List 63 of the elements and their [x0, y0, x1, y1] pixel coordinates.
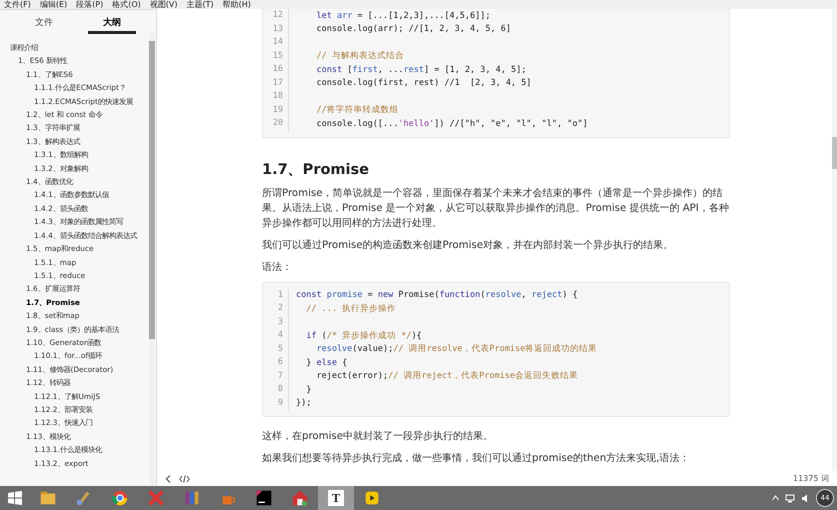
code-line: //将字符串转成数组 [315, 104, 399, 116]
code-line: console.log([...'hello']) //["h", "e", "l", "l", "o"] [315, 118, 588, 129]
line-number: 9 [263, 396, 289, 410]
source-code-icon[interactable] [179, 474, 190, 482]
sidebar-tab[interactable]: 文件 [20, 10, 68, 34]
line-number: 20 [263, 117, 289, 130]
line-number: 2 [263, 302, 289, 316]
code-line: // 与解构表达式结合 [315, 50, 404, 62]
back-icon[interactable] [165, 474, 171, 482]
code-line: const promise = new Promise(function(resolve, reject) { [295, 290, 578, 300]
menu-item[interactable]: 视图(V) [150, 0, 178, 9]
sidebar-tab[interactable]: 大纲 [88, 10, 136, 34]
line-number: 18 [263, 90, 289, 104]
taskbar-app-button[interactable]: T [318, 486, 354, 510]
scrollbar[interactable] [832, 9, 837, 471]
scrollbar-thumb[interactable] [832, 137, 837, 169]
code-line: const [first, ...rest] = [1, 2, 3, 4, 5]; [315, 64, 526, 75]
menu-item[interactable]: 段落(P) [76, 0, 104, 9]
code-line: if (/* 异步操作成功 */){ [305, 330, 422, 342]
code-line: let arr = [...[1,2,3],...[4,5,6]]; [315, 10, 490, 21]
line-number: 19 [263, 104, 289, 117]
paragraph: 所谓Promise，简单说就是一个容器，里面保存着某个未来才会结束的事件（通常是一个异步操作）的结果。从语法上说，Promise 是一个对象，从它可以获取异步操作的消息。Promise 提供统一的 API，各种异步操作都可以用同样的方法进行处理。 [262, 186, 730, 230]
paragraph: 这样，在promise中就封装了一段异步执行的结果。 [262, 430, 494, 444]
line-number: 12 [263, 9, 289, 22]
code-line: } [305, 384, 312, 395]
speaker-icon[interactable] [801, 494, 810, 502]
code-line: }); [295, 398, 312, 408]
app-icon [290, 488, 310, 508]
section-heading: 1.7、Promise [262, 160, 370, 178]
app-icon [254, 488, 274, 508]
app-icon [146, 488, 166, 508]
letter-icon: T [327, 489, 345, 507]
code-line: // ... 执行异步操作 [305, 302, 396, 315]
line-number: 3 [263, 316, 289, 329]
line-number: 8 [263, 383, 289, 396]
menu-item[interactable]: 主题(T) [186, 0, 214, 9]
paragraph: 我们可以通过Promise的构造函数来创建Promise对象，并在内部封装一个异步执行的结果。 [262, 238, 674, 252]
paragraph: 语法： [262, 260, 293, 274]
line-number: 15 [263, 50, 289, 63]
code-line: reject(error);// 调用reject，代表Promise会返回失败结果 [315, 370, 578, 382]
scrollbar[interactable] [149, 34, 155, 486]
code-line: resolve(value);// 调用resolve，代表Promise将返回成功的结果 [315, 343, 598, 356]
menu-item[interactable]: 文件(F) [4, 0, 31, 9]
line-number: 4 [263, 329, 289, 342]
menu-item[interactable]: 编辑(E) [40, 0, 68, 9]
line-number: 1 [263, 288, 289, 302]
app-icon [110, 488, 130, 508]
menu-item[interactable]: 格式(O) [112, 0, 141, 9]
code-line: console.log(first, rest) //1 [2, 3, 4, 5] [315, 78, 532, 88]
code-line: console.log(arr); //[1, 2, 3, 4, 5, 6] [315, 24, 511, 34]
window-panes-icon [8, 491, 22, 505]
menu-item[interactable]: 帮助(H) [222, 0, 251, 9]
line-number: 16 [263, 63, 289, 76]
line-number: 14 [263, 36, 289, 50]
line-number: 17 [263, 76, 289, 90]
line-number: 13 [263, 22, 289, 36]
line-number: 6 [263, 356, 289, 370]
word-count: 11375 词 [793, 473, 829, 484]
scrollbar-thumb[interactable] [149, 41, 155, 339]
line-number: 7 [263, 370, 289, 383]
paragraph: 如果我们想要等待异步执行完成，做一些事情，我们可以通过promise的then方法来实现,语法： [262, 452, 690, 466]
code-line: } else { [305, 358, 348, 368]
line-number: 5 [263, 342, 289, 356]
